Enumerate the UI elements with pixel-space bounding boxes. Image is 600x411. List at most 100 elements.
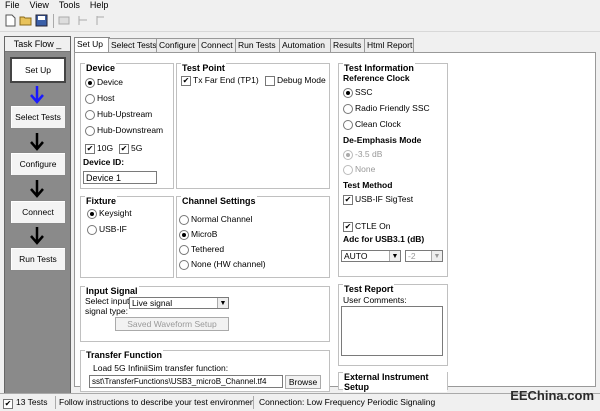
test-point-group: Test Point ✔ Tx Far End (TP1) Debug Mode	[176, 63, 330, 189]
normal-channel-radio[interactable]	[179, 215, 189, 225]
transfer-function-path-input[interactable]: sst\TransferFunctions\USB3_microB_Channe…	[89, 375, 283, 388]
arrow-down-icon	[30, 86, 44, 104]
menu-help[interactable]: Help	[85, 0, 114, 11]
menu-view[interactable]: View	[25, 0, 54, 11]
task-flow-configure-button[interactable]: Configure	[10, 152, 66, 176]
open-folder-icon[interactable]	[19, 14, 33, 27]
hub-downstream-radio[interactable]	[85, 126, 95, 136]
keysight-radio[interactable]	[87, 209, 97, 219]
usb-if-sigtest-checkbox[interactable]: ✔	[343, 195, 353, 205]
adc-value-select: -2 ▼	[405, 250, 443, 262]
test-information-title: Test Information	[343, 63, 415, 73]
user-comments-textarea[interactable]	[341, 306, 443, 356]
device-group: Device Device Host Hub-Upstream Hub-Down…	[80, 63, 174, 189]
reference-clock-title: Reference Clock	[343, 73, 410, 83]
toolbar	[0, 11, 600, 32]
user-comments-label: User Comments:	[343, 295, 407, 305]
test-information-group: Test Information Reference Clock SSC Rad…	[338, 63, 448, 277]
task-flow-connect-button[interactable]: Connect	[10, 200, 66, 224]
transfer-function-title: Transfer Function	[85, 350, 164, 360]
de-emphasis-none-label: None	[355, 164, 376, 174]
device-id-input[interactable]: Device 1	[83, 171, 157, 184]
input-signal-title: Input Signal	[85, 286, 139, 296]
ssc-label: SSC	[355, 87, 373, 97]
radio-friendly-ssc-label: Radio Friendly SSC	[355, 103, 430, 113]
tethered-label: Tethered	[191, 244, 225, 254]
host-radio-label: Host	[97, 93, 115, 103]
menu-file[interactable]: File	[0, 0, 25, 11]
transfer-function-group: Transfer Function Load 5G InfiniiSim tra…	[80, 350, 330, 392]
usb-if-sigtest-label: USB-IF SigTest	[355, 194, 414, 204]
external-instrument-setup-title: External Instrument Setup	[343, 372, 447, 392]
channel-settings-title: Channel Settings	[181, 196, 257, 206]
save-icon[interactable]	[35, 14, 49, 27]
ssc-radio[interactable]	[343, 88, 353, 98]
input-signal-group: Input Signal Select input signal type: L…	[80, 286, 330, 342]
tethered-radio[interactable]	[179, 245, 189, 255]
tab-setup[interactable]: Set Up	[74, 37, 110, 53]
tab-select-tests[interactable]: Select Tests	[108, 38, 158, 52]
ctle-on-checkbox[interactable]: ✔	[343, 222, 353, 232]
external-instrument-setup-group: External Instrument Setup	[338, 372, 448, 392]
arrow-down-icon	[30, 180, 44, 198]
debug-mode-checkbox[interactable]	[265, 76, 275, 86]
de-emphasis-title: De-Emphasis Mode	[343, 135, 422, 145]
pause-icon	[96, 16, 104, 25]
test-report-title: Test Report	[343, 284, 395, 294]
stop-icon	[78, 16, 87, 25]
menu-tools[interactable]: Tools	[54, 0, 85, 11]
chevron-down-icon: ▼	[389, 251, 400, 261]
tab-connect[interactable]: Connect	[198, 38, 237, 52]
chevron-down-icon: ▼	[217, 298, 228, 308]
arrow-down-icon	[30, 227, 44, 245]
tab-configure[interactable]: Configure	[156, 38, 200, 52]
connection-status: Connection: Low Frequency Periodic Signa…	[259, 397, 436, 407]
speed-10g-checkbox[interactable]: ✔	[85, 144, 95, 154]
test-point-title: Test Point	[181, 63, 226, 73]
fixture-title: Fixture	[85, 196, 118, 206]
adc-select[interactable]: AUTO ▼	[341, 250, 401, 262]
tests-count: 13 Tests	[16, 397, 48, 407]
tab-results[interactable]: Results	[330, 38, 366, 52]
tab-automation[interactable]: Automation	[279, 38, 332, 52]
arrow-down-icon	[30, 133, 44, 151]
clean-clock-radio[interactable]	[343, 120, 353, 130]
microb-radio[interactable]	[179, 230, 189, 240]
test-report-group: Test Report User Comments:	[338, 284, 448, 366]
clean-clock-label: Clean Clock	[355, 119, 401, 129]
device-id-label: Device ID:	[83, 157, 125, 167]
de-emphasis-none-radio	[343, 165, 353, 175]
task-flow-select-tests-button[interactable]: Select Tests	[10, 105, 66, 129]
tab-html-report[interactable]: Html Report	[364, 38, 414, 52]
usb-if-radio[interactable]	[87, 225, 97, 235]
task-flow-run-tests-button[interactable]: Run Tests	[10, 247, 66, 271]
radio-friendly-ssc-radio[interactable]	[343, 104, 353, 114]
saved-waveform-setup-button[interactable]: Saved Waveform Setup	[115, 317, 229, 331]
select-input-label-line1: Select input	[85, 296, 130, 306]
fixture-group: Fixture Keysight USB-IF	[80, 196, 174, 278]
tab-run-tests[interactable]: Run Tests	[235, 38, 281, 52]
task-flow-setup-button[interactable]: Set Up	[10, 57, 66, 83]
speed-5g-label: 5G	[131, 143, 143, 153]
debug-mode-label: Debug Mode	[277, 75, 326, 85]
signal-type-select[interactable]: Live signal ▼	[129, 297, 229, 309]
hub-upstream-radio-label: Hub-Upstream	[97, 109, 153, 119]
speed-5g-checkbox[interactable]: ✔	[119, 144, 129, 154]
none-hw-channel-radio[interactable]	[179, 260, 189, 270]
host-radio[interactable]	[85, 94, 95, 104]
speed-10g-label: 10G	[97, 143, 114, 153]
tests-count-cell: ✔ 13 Tests	[0, 396, 56, 409]
tx-far-end-label: Tx Far End (TP1)	[193, 75, 259, 85]
adc-label: Adc for USB3.1 (dB)	[343, 234, 425, 244]
new-file-icon[interactable]	[3, 14, 17, 27]
device-radio[interactable]	[85, 78, 95, 88]
device-group-title: Device	[85, 63, 117, 73]
tx-far-end-checkbox[interactable]: ✔	[181, 76, 191, 86]
hub-upstream-radio[interactable]	[85, 110, 95, 120]
browse-button[interactable]: Browse	[285, 375, 321, 389]
device-radio-label: Device	[97, 77, 123, 87]
load-transfer-function-label: Load 5G InfiniiSim transfer function:	[93, 363, 229, 373]
ctle-on-label: CTLE On	[355, 221, 391, 231]
usb-if-radio-label: USB-IF	[99, 224, 127, 234]
normal-channel-label: Normal Channel	[191, 214, 253, 224]
